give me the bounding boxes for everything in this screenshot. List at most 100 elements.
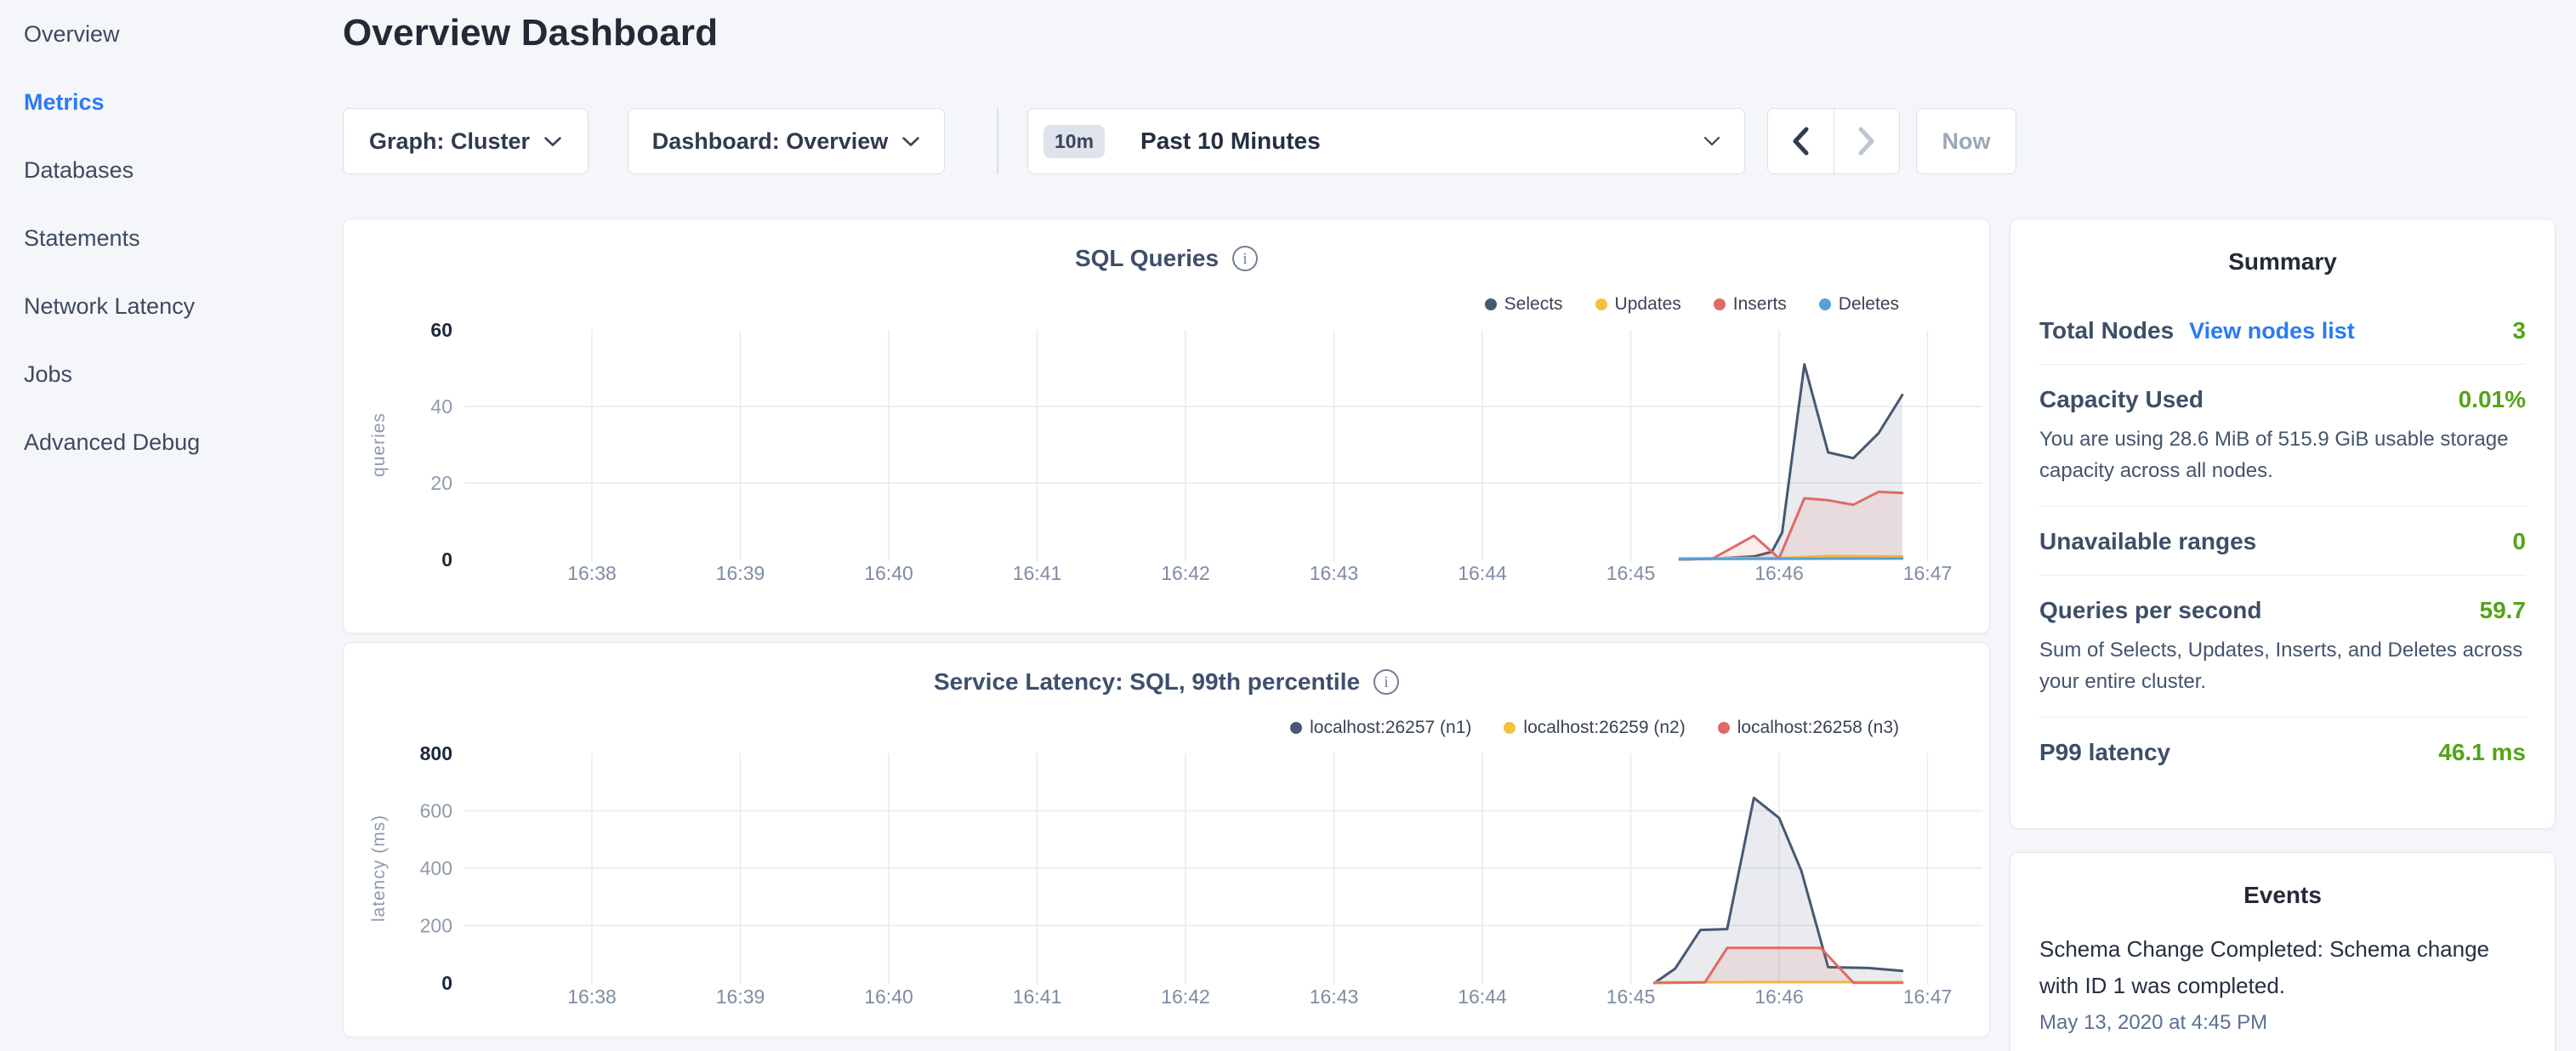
legend-item[interactable]: Deletes — [1819, 294, 1899, 315]
sidebar-item-overview[interactable]: Overview — [0, 0, 343, 68]
sidebar-item-databases[interactable]: Databases — [0, 136, 343, 204]
time-range-label: Past 10 Minutes — [1140, 128, 1321, 155]
x-tick-label: 16:42 — [1161, 986, 1210, 1008]
info-icon[interactable]: i — [1232, 246, 1258, 271]
chevron-down-icon — [543, 136, 562, 147]
x-tick-label: 16:44 — [1458, 562, 1507, 584]
event-timestamp: May 13, 2020 at 4:45 PM — [2039, 1011, 2526, 1035]
x-tick-label: 16:45 — [1606, 562, 1656, 584]
x-tick-label: 16:39 — [716, 986, 765, 1008]
legend-label: localhost:26258 (n3) — [1737, 718, 1899, 738]
legend-dot-icon — [1595, 298, 1607, 310]
chart-legend: Selects Updates Inserts Deletes — [1485, 294, 1899, 315]
y-tick-label: 800 — [420, 742, 452, 764]
y-tick-label: 0 — [441, 548, 452, 571]
summary-value: 3 — [2512, 317, 2526, 344]
summary-label: Queries per second — [2039, 597, 2261, 624]
legend-item[interactable]: localhost:26258 (n3) — [1718, 718, 1899, 738]
x-tick-label: 16:41 — [1013, 562, 1062, 584]
events-heading: Events — [2039, 882, 2526, 909]
y-tick-label: 600 — [420, 800, 452, 822]
events-panel: Events Schema Change Completed: Schema c… — [2010, 852, 2556, 1051]
sidebar-item-statements[interactable]: Statements — [0, 204, 343, 272]
legend-dot-icon — [1714, 298, 1726, 310]
info-icon[interactable]: i — [1373, 669, 1399, 695]
summary-row-top: Total NodesView nodes list3 — [2039, 317, 2526, 344]
summary-panel: Summary Total NodesView nodes list3Capac… — [2010, 219, 2556, 829]
summary-items: Total NodesView nodes list3Capacity Used… — [2039, 296, 2526, 786]
x-tick-label: 16:45 — [1606, 986, 1656, 1008]
chevron-right-icon — [1857, 126, 1876, 156]
view-nodes-list-link[interactable]: View nodes list — [2189, 318, 2355, 344]
app-root: OverviewMetricsDatabasesStatementsNetwor… — [0, 0, 2576, 1051]
legend-label: localhost:26257 (n1) — [1310, 718, 1471, 738]
chevron-down-icon — [1703, 136, 1720, 146]
x-tick-label: 16:46 — [1754, 562, 1804, 584]
x-tick-label: 16:39 — [716, 562, 765, 584]
y-tick-label: 40 — [430, 395, 452, 418]
legend-label: Inserts — [1733, 294, 1787, 315]
time-step-back-button[interactable] — [1768, 109, 1834, 173]
graph-scope-dropdown-label: Graph: Cluster — [369, 128, 530, 155]
time-range-dropdown[interactable]: 10m Past 10 Minutes — [1027, 108, 1745, 174]
sidebar-item-network-latency[interactable]: Network Latency — [0, 272, 343, 340]
y-tick-label: 200 — [420, 915, 452, 937]
sql-queries-plot: 16:3816:3916:4016:4116:4216:4316:4416:45… — [344, 315, 1991, 599]
time-step-forward-button[interactable] — [1834, 109, 1900, 173]
legend-dot-icon — [1290, 722, 1302, 734]
legend-dot-icon — [1485, 298, 1497, 310]
chart-title-row: SQL Queries i — [344, 245, 1989, 272]
summary-value: 59.7 — [2480, 597, 2527, 624]
sidebar-item-metrics[interactable]: Metrics — [0, 68, 343, 136]
service-latency-plot: 16:3816:3916:4016:4116:4216:4316:4416:45… — [344, 738, 1991, 1023]
summary-row: Queries per second59.7Sum of Selects, Up… — [2039, 575, 2526, 717]
sql-queries-chart-panel: SQL Queries i Selects Updates Inserts Delet… — [343, 219, 1990, 633]
x-tick-label: 16:43 — [1310, 986, 1359, 1008]
now-button[interactable]: Now — [1916, 108, 2016, 174]
dashboard-dropdown[interactable]: Dashboard: Overview — [628, 108, 945, 174]
legend-item[interactable]: Inserts — [1714, 294, 1787, 315]
summary-label: P99 latency — [2039, 739, 2170, 766]
legend-item[interactable]: Updates — [1595, 294, 1681, 315]
summary-row: Total NodesView nodes list3 — [2039, 296, 2526, 364]
summary-row-top: Queries per second 59.7 — [2039, 597, 2526, 624]
graph-scope-dropdown[interactable]: Graph: Cluster — [343, 108, 589, 174]
legend-dot-icon — [1819, 298, 1831, 310]
legend-dot-icon — [1504, 722, 1515, 734]
y-tick-label: 400 — [420, 857, 452, 879]
sidebar-item-advanced-debug[interactable]: Advanced Debug — [0, 408, 343, 476]
summary-row: Capacity Used0.01%You are using 28.6 MiB… — [2039, 364, 2526, 506]
x-tick-label: 16:40 — [864, 562, 913, 584]
x-tick-label: 16:38 — [567, 986, 617, 1008]
x-tick-label: 16:46 — [1754, 986, 1804, 1008]
summary-heading: Summary — [2039, 248, 2526, 276]
summary-value: 0.01% — [2459, 386, 2526, 413]
x-tick-label: 16:38 — [567, 562, 617, 584]
legend-label: localhost:26259 (n2) — [1523, 718, 1685, 738]
sidebar: OverviewMetricsDatabasesStatementsNetwor… — [0, 0, 343, 1051]
legend-item[interactable]: localhost:26259 (n2) — [1504, 718, 1685, 738]
y-tick-label: 60 — [430, 319, 452, 341]
event-message: Schema Change Completed: Schema change w… — [2039, 931, 2526, 1004]
chart-title: Service Latency: SQL, 99th percentile — [934, 668, 1360, 696]
summary-label: Unavailable ranges — [2039, 528, 2256, 555]
legend-item[interactable]: Selects — [1485, 294, 1563, 315]
time-step-button-group — [1767, 108, 1900, 174]
summary-description: You are using 28.6 MiB of 515.9 GiB usab… — [2039, 423, 2526, 486]
x-tick-label: 16:47 — [1903, 562, 1953, 584]
legend-dot-icon — [1718, 722, 1730, 734]
sidebar-nav-list: OverviewMetricsDatabasesStatementsNetwor… — [0, 0, 343, 476]
events-list: Schema Change Completed: Schema change w… — [2039, 931, 2526, 1035]
sidebar-item-jobs[interactable]: Jobs — [0, 340, 343, 408]
page-title: Overview Dashboard — [343, 12, 718, 54]
x-tick-label: 16:44 — [1458, 986, 1507, 1008]
y-tick-label: 20 — [430, 472, 452, 494]
legend-item[interactable]: localhost:26257 (n1) — [1290, 718, 1471, 738]
chart-legend: localhost:26257 (n1) localhost:26259 (n2)… — [1290, 718, 1899, 738]
summary-row: P99 latency 46.1 ms — [2039, 717, 2526, 786]
summary-row-top: P99 latency 46.1 ms — [2039, 739, 2526, 766]
y-tick-label: 0 — [441, 972, 452, 994]
summary-value: 46.1 ms — [2438, 739, 2526, 766]
summary-row-top: Unavailable ranges0 — [2039, 528, 2526, 555]
chart-title-row: Service Latency: SQL, 99th percentile i — [344, 668, 1989, 696]
